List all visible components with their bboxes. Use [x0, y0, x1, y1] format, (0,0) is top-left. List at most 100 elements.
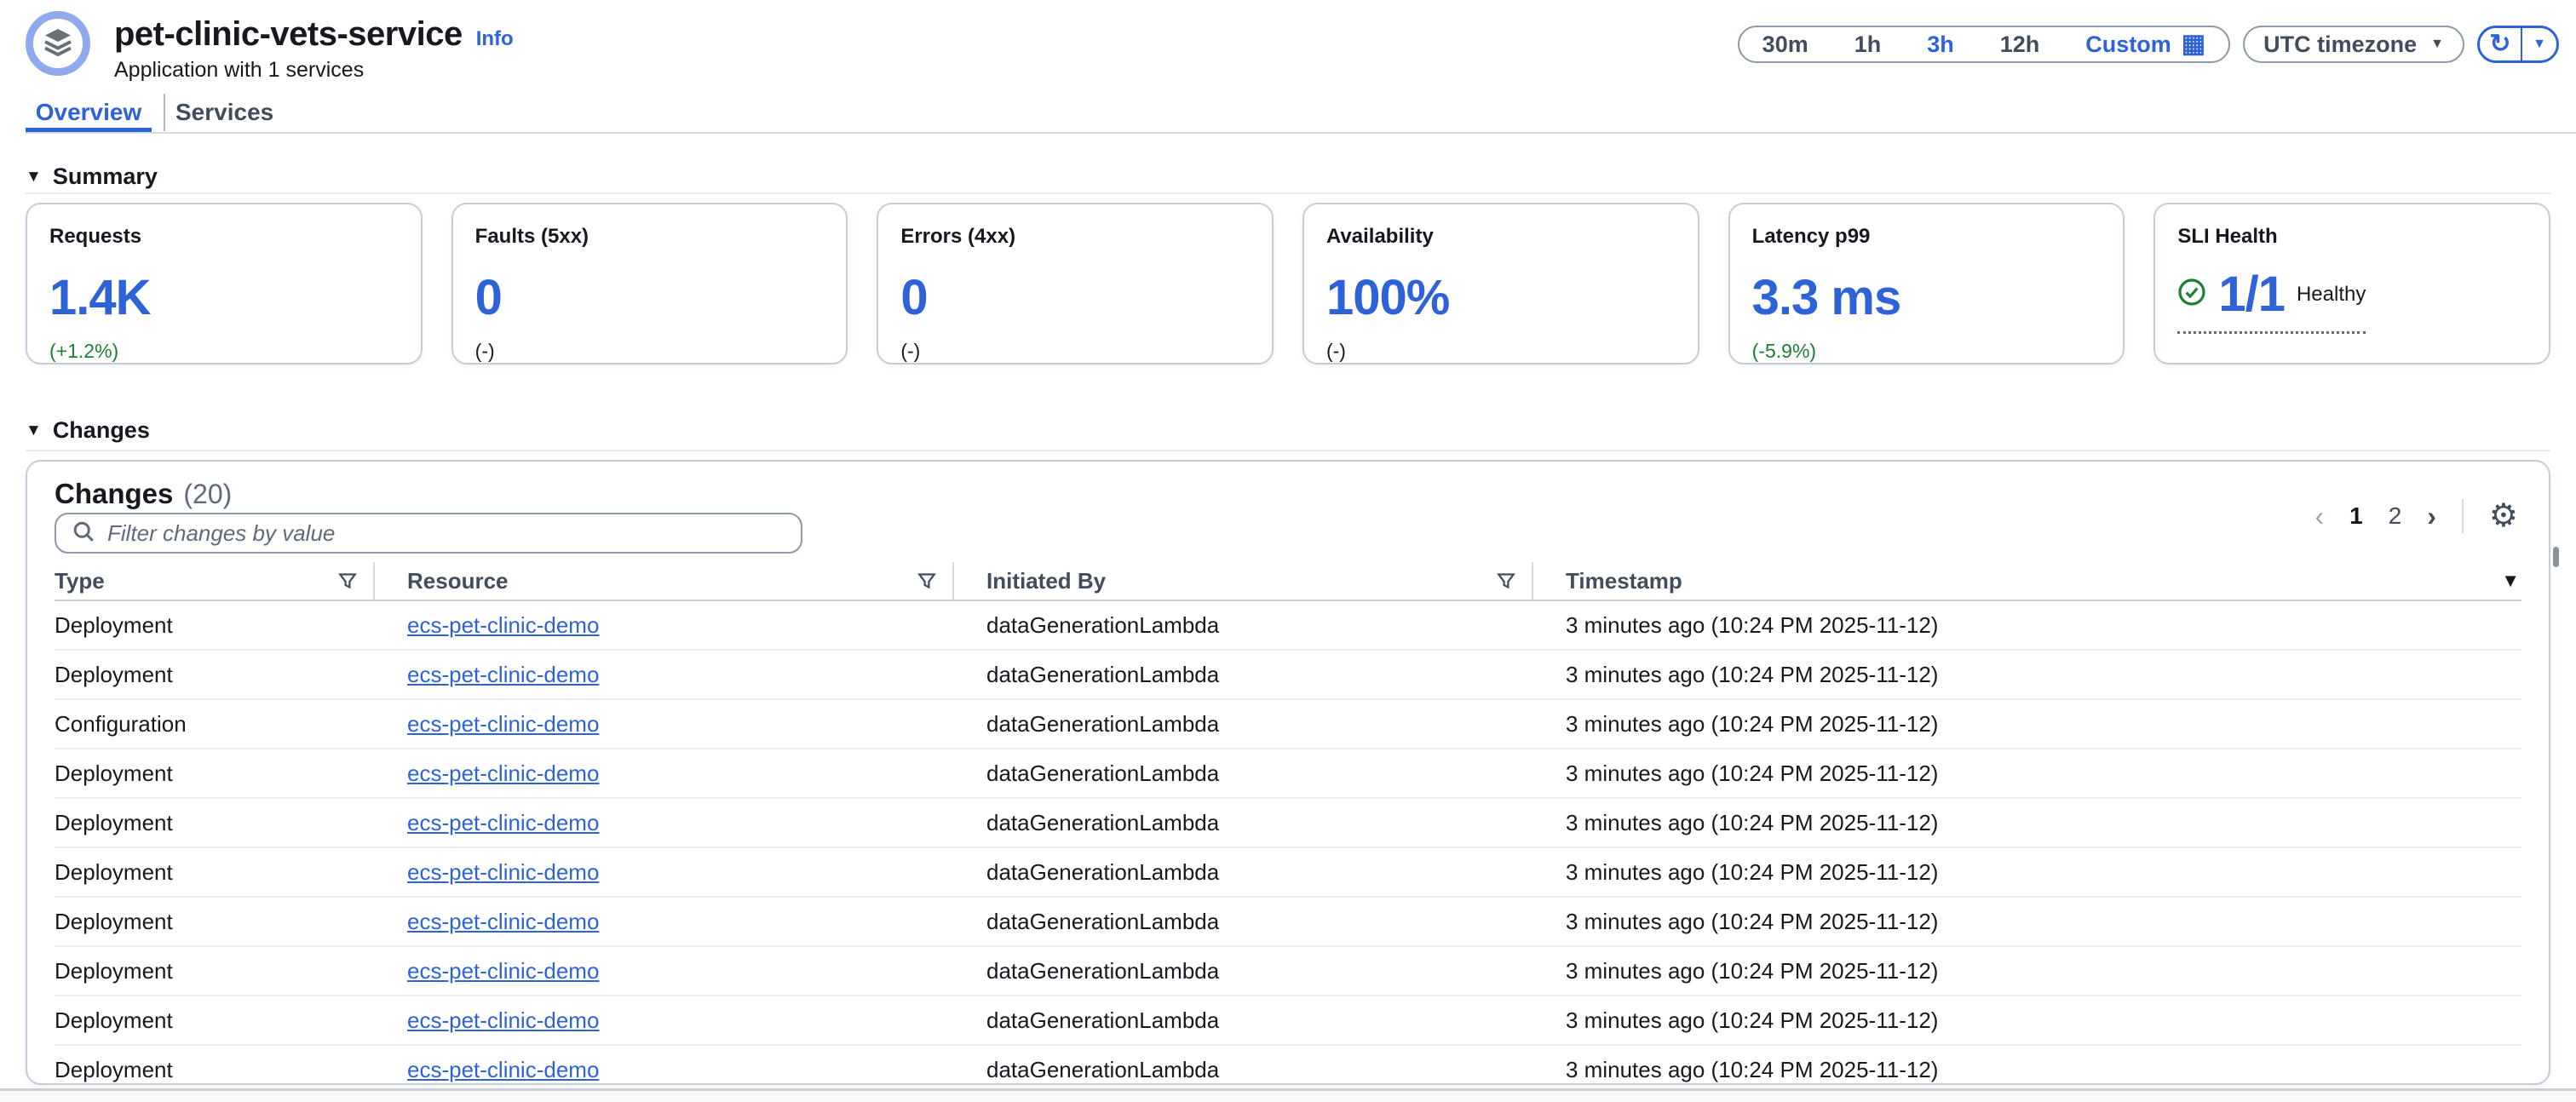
page-2-button[interactable]: 2 — [2389, 502, 2402, 530]
table-row: Deployment ecs-pet-clinic-demo dataGener… — [55, 651, 2521, 700]
faults-card: Faults (5xx) 0 (-) — [451, 203, 848, 364]
table-row: Deployment ecs-pet-clinic-demo dataGener… — [55, 898, 2521, 947]
cell-initiated-by: dataGenerationLambda — [954, 1007, 1533, 1034]
column-header-timestamp: Timestamp ▼ — [1533, 562, 2521, 600]
cell-type: Deployment — [55, 612, 375, 639]
cell-type: Deployment — [55, 859, 375, 886]
resource-link[interactable]: ecs-pet-clinic-demo — [407, 711, 599, 737]
resource-link[interactable]: ecs-pet-clinic-demo — [407, 760, 599, 786]
cell-timestamp: 3 minutes ago (10:24 PM 2025-11-12) — [1533, 760, 2521, 787]
chevron-down-icon: ▼ — [2430, 37, 2444, 51]
cell-timestamp: 3 minutes ago (10:24 PM 2025-11-12) — [1533, 711, 2521, 738]
cell-timestamp: 3 minutes ago (10:24 PM 2025-11-12) — [1533, 662, 2521, 688]
application-avatar — [26, 11, 90, 76]
calendar-icon: ▦ — [2182, 32, 2205, 57]
cell-timestamp: 3 minutes ago (10:24 PM 2025-11-12) — [1533, 612, 2521, 639]
sli-status-label: Healthy — [2297, 283, 2366, 307]
cell-resource: ecs-pet-clinic-demo — [375, 760, 954, 787]
card-label: Availability — [1326, 225, 1676, 249]
card-delta: (-) — [900, 340, 1250, 363]
time-range-3h[interactable]: 3h — [1904, 27, 1977, 61]
card-delta: (+1.2%) — [49, 340, 399, 363]
cell-resource: ecs-pet-clinic-demo — [375, 810, 954, 836]
cell-initiated-by: dataGenerationLambda — [954, 612, 1533, 639]
tab-separator — [164, 94, 165, 131]
changes-count: (20) — [183, 479, 232, 510]
summary-cards: Requests 1.4K (+1.2%) Faults (5xx) 0 (-)… — [26, 203, 2550, 364]
card-label: Requests — [49, 225, 399, 249]
cell-type: Deployment — [55, 909, 375, 935]
cell-type: Deployment — [55, 958, 375, 984]
column-label: Timestamp — [1566, 568, 2506, 594]
table-row: Deployment ecs-pet-clinic-demo dataGener… — [55, 601, 2521, 651]
resource-link[interactable]: ecs-pet-clinic-demo — [407, 958, 599, 984]
filter-icon[interactable] — [1496, 571, 1516, 591]
time-range-12h[interactable]: 12h — [1977, 27, 2063, 61]
filter-icon[interactable] — [917, 571, 937, 591]
gear-icon[interactable]: ⚙ — [2489, 500, 2518, 532]
cell-resource: ecs-pet-clinic-demo — [375, 1007, 954, 1034]
changes-panel: Changes (20) ‹ 1 2 › ⚙ Type — [26, 460, 2550, 1085]
resource-link[interactable]: ecs-pet-clinic-demo — [407, 612, 599, 638]
resource-link[interactable]: ecs-pet-clinic-demo — [407, 1057, 599, 1082]
timezone-label: UTC timezone — [2263, 32, 2417, 58]
resource-link[interactable]: ecs-pet-clinic-demo — [407, 859, 599, 885]
pagination: ‹ 1 2 › ⚙ — [2314, 496, 2518, 537]
cell-timestamp: 3 minutes ago (10:24 PM 2025-11-12) — [1533, 1007, 2521, 1034]
resource-link[interactable]: ecs-pet-clinic-demo — [407, 909, 599, 934]
refresh-options-button[interactable]: ▼ — [2522, 28, 2556, 60]
resource-link[interactable]: ecs-pet-clinic-demo — [407, 662, 599, 687]
card-delta: (-5.9%) — [1752, 340, 2102, 363]
time-range-segmented-control: 30m 1h 3h 12h Custom ▦ — [1738, 26, 2230, 63]
sli-health-card: SLI Health 1/1 Healthy — [2153, 203, 2550, 364]
summary-section-toggle[interactable]: ▼ Summary — [26, 164, 158, 190]
table-row: Deployment ecs-pet-clinic-demo dataGener… — [55, 1046, 2521, 1083]
time-range-30m[interactable]: 30m — [1739, 27, 1831, 61]
tab-overview[interactable]: Overview — [26, 95, 152, 129]
changes-section-toggle[interactable]: ▼ Changes — [26, 417, 150, 444]
card-value: 100% — [1326, 269, 1676, 326]
column-label: Type — [55, 568, 337, 594]
chevron-down-icon: ▼ — [2533, 37, 2546, 51]
cell-resource: ecs-pet-clinic-demo — [375, 958, 954, 984]
card-label: SLI Health — [2177, 225, 2527, 249]
page-subtitle: Application with 1 services — [114, 58, 364, 83]
cell-initiated-by: dataGenerationLambda — [954, 1057, 1533, 1083]
previous-page-button[interactable]: ‹ — [2314, 502, 2324, 530]
cell-resource: ecs-pet-clinic-demo — [375, 1057, 954, 1083]
refresh-button[interactable]: ↻ — [2480, 28, 2522, 60]
resource-link[interactable]: ecs-pet-clinic-demo — [407, 810, 599, 835]
table-row: Deployment ecs-pet-clinic-demo dataGener… — [55, 799, 2521, 848]
card-label: Faults (5xx) — [475, 225, 825, 249]
time-range-custom[interactable]: Custom ▦ — [2062, 27, 2228, 61]
refresh-icon: ↻ — [2489, 32, 2510, 57]
cell-resource: ecs-pet-clinic-demo — [375, 711, 954, 738]
changes-table-body: Deployment ecs-pet-clinic-demo dataGener… — [55, 601, 2521, 1083]
time-range-1h[interactable]: 1h — [1831, 27, 1905, 61]
cell-initiated-by: dataGenerationLambda — [954, 662, 1533, 688]
card-delta: (-) — [475, 340, 825, 363]
pagination-divider — [2462, 499, 2464, 533]
layers-stack-icon — [41, 25, 75, 63]
resource-link[interactable]: ecs-pet-clinic-demo — [407, 1007, 599, 1033]
requests-card: Requests 1.4K (+1.2%) — [26, 203, 423, 364]
column-caret-icon[interactable]: ▼ — [2501, 570, 2520, 592]
vertical-scrollbar-thumb[interactable] — [2553, 547, 2559, 567]
cell-resource: ecs-pet-clinic-demo — [375, 662, 954, 688]
changes-section-title: Changes — [53, 417, 150, 444]
filter-icon[interactable] — [337, 571, 358, 591]
timezone-dropdown[interactable]: UTC timezone ▼ — [2243, 26, 2464, 63]
info-link[interactable]: Info — [476, 27, 514, 51]
sli-health-value[interactable]: 1/1 Healthy — [2177, 266, 2366, 334]
filter-input-container — [55, 513, 802, 554]
filter-changes-input[interactable] — [107, 520, 785, 547]
changes-section-divider — [26, 450, 2550, 451]
next-page-button[interactable]: › — [2427, 502, 2436, 530]
page-title: pet-clinic-vets-service — [114, 15, 463, 54]
search-icon — [72, 519, 95, 548]
cell-timestamp: 3 minutes ago (10:24 PM 2025-11-12) — [1533, 958, 2521, 984]
tab-services[interactable]: Services — [175, 95, 271, 129]
page-1-button[interactable]: 1 — [2349, 502, 2363, 530]
cell-initiated-by: dataGenerationLambda — [954, 909, 1533, 935]
cell-type: Deployment — [55, 760, 375, 787]
